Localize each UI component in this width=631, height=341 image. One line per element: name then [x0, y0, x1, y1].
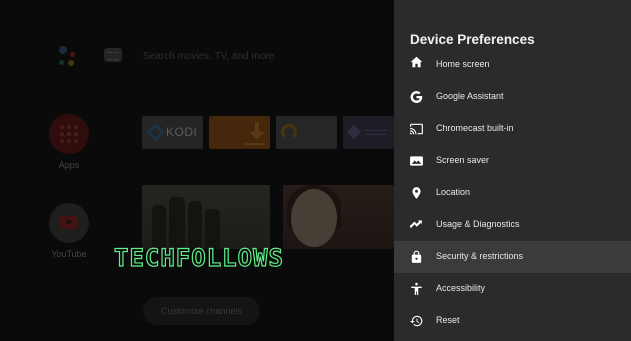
menu-item-label: Reset — [436, 315, 460, 325]
downloader-app-tile[interactable] — [209, 116, 270, 149]
menu-item-usage-diagnostics[interactable]: Usage & Diagnostics — [394, 209, 631, 241]
youtube-icon — [49, 203, 89, 243]
home-screen: Search movies, TV, and more Apps YouTube… — [0, 0, 394, 341]
menu-item-accessibility[interactable]: Accessibility — [394, 273, 631, 305]
menu-item-label: Chromecast built-in — [436, 123, 514, 133]
content-poster[interactable] — [142, 185, 270, 249]
menu-item-label: Usage & Diagnostics — [436, 219, 520, 229]
kodi-label: KODI — [166, 125, 198, 139]
customize-channels-button[interactable]: Customize channels — [143, 297, 260, 325]
youtube-label: YouTube — [51, 249, 87, 259]
menu-item-label: Home screen — [436, 59, 490, 69]
kodi-app-tile[interactable]: KODI — [142, 116, 203, 149]
trend-icon — [409, 218, 424, 232]
menu-item-label: Accessibility — [436, 283, 486, 293]
watermark-text: TECHFOLLOWS — [113, 243, 284, 272]
menu-item-google-assistant[interactable]: Google Assistant — [394, 81, 631, 113]
google-icon — [409, 90, 424, 104]
menu-item-reset[interactable]: Reset — [394, 305, 631, 337]
menu-item-screen-saver[interactable]: Screen saver — [394, 145, 631, 177]
streaming-app-tile[interactable] — [276, 116, 337, 149]
app-tile[interactable] — [343, 116, 394, 149]
apps-grid-icon — [49, 114, 89, 154]
google-assistant-icon[interactable] — [55, 44, 81, 70]
menu-item-label: Screen saver — [436, 155, 490, 165]
menu-item-label: Google Assistant — [436, 91, 504, 101]
youtube-shortcut[interactable]: YouTube — [48, 203, 90, 259]
device-preferences-panel: Device Preferences Home screen Google As… — [394, 0, 631, 341]
menu-item-security-restrictions[interactable]: Security & restrictions — [394, 241, 631, 273]
streaming-app-icon — [281, 124, 297, 140]
home-icon — [409, 55, 424, 69]
search-placeholder[interactable]: Search movies, TV, and more — [143, 51, 274, 62]
menu-item-home-screen[interactable]: Home screen — [394, 52, 631, 84]
menu-item-chromecast[interactable]: Chromecast built-in — [394, 113, 631, 145]
apps-shortcut[interactable]: Apps — [48, 114, 90, 170]
accessibility-icon — [409, 282, 424, 296]
menu-item-location[interactable]: Location — [394, 177, 631, 209]
menu-item-label: Location — [436, 187, 471, 197]
lock-icon — [409, 250, 424, 264]
screen-saver-icon — [409, 154, 424, 168]
panel-title: Device Preferences — [410, 32, 535, 47]
cast-icon — [409, 122, 424, 136]
keyboard-icon[interactable] — [104, 48, 122, 62]
downloader-icon — [250, 122, 264, 142]
location-pin-icon — [409, 186, 424, 200]
content-poster[interactable] — [283, 185, 394, 249]
reset-icon — [409, 314, 424, 328]
app-icon — [346, 124, 362, 140]
kodi-icon — [146, 123, 165, 142]
apps-label: Apps — [58, 160, 80, 170]
menu-item-label: Security & restrictions — [436, 251, 524, 261]
